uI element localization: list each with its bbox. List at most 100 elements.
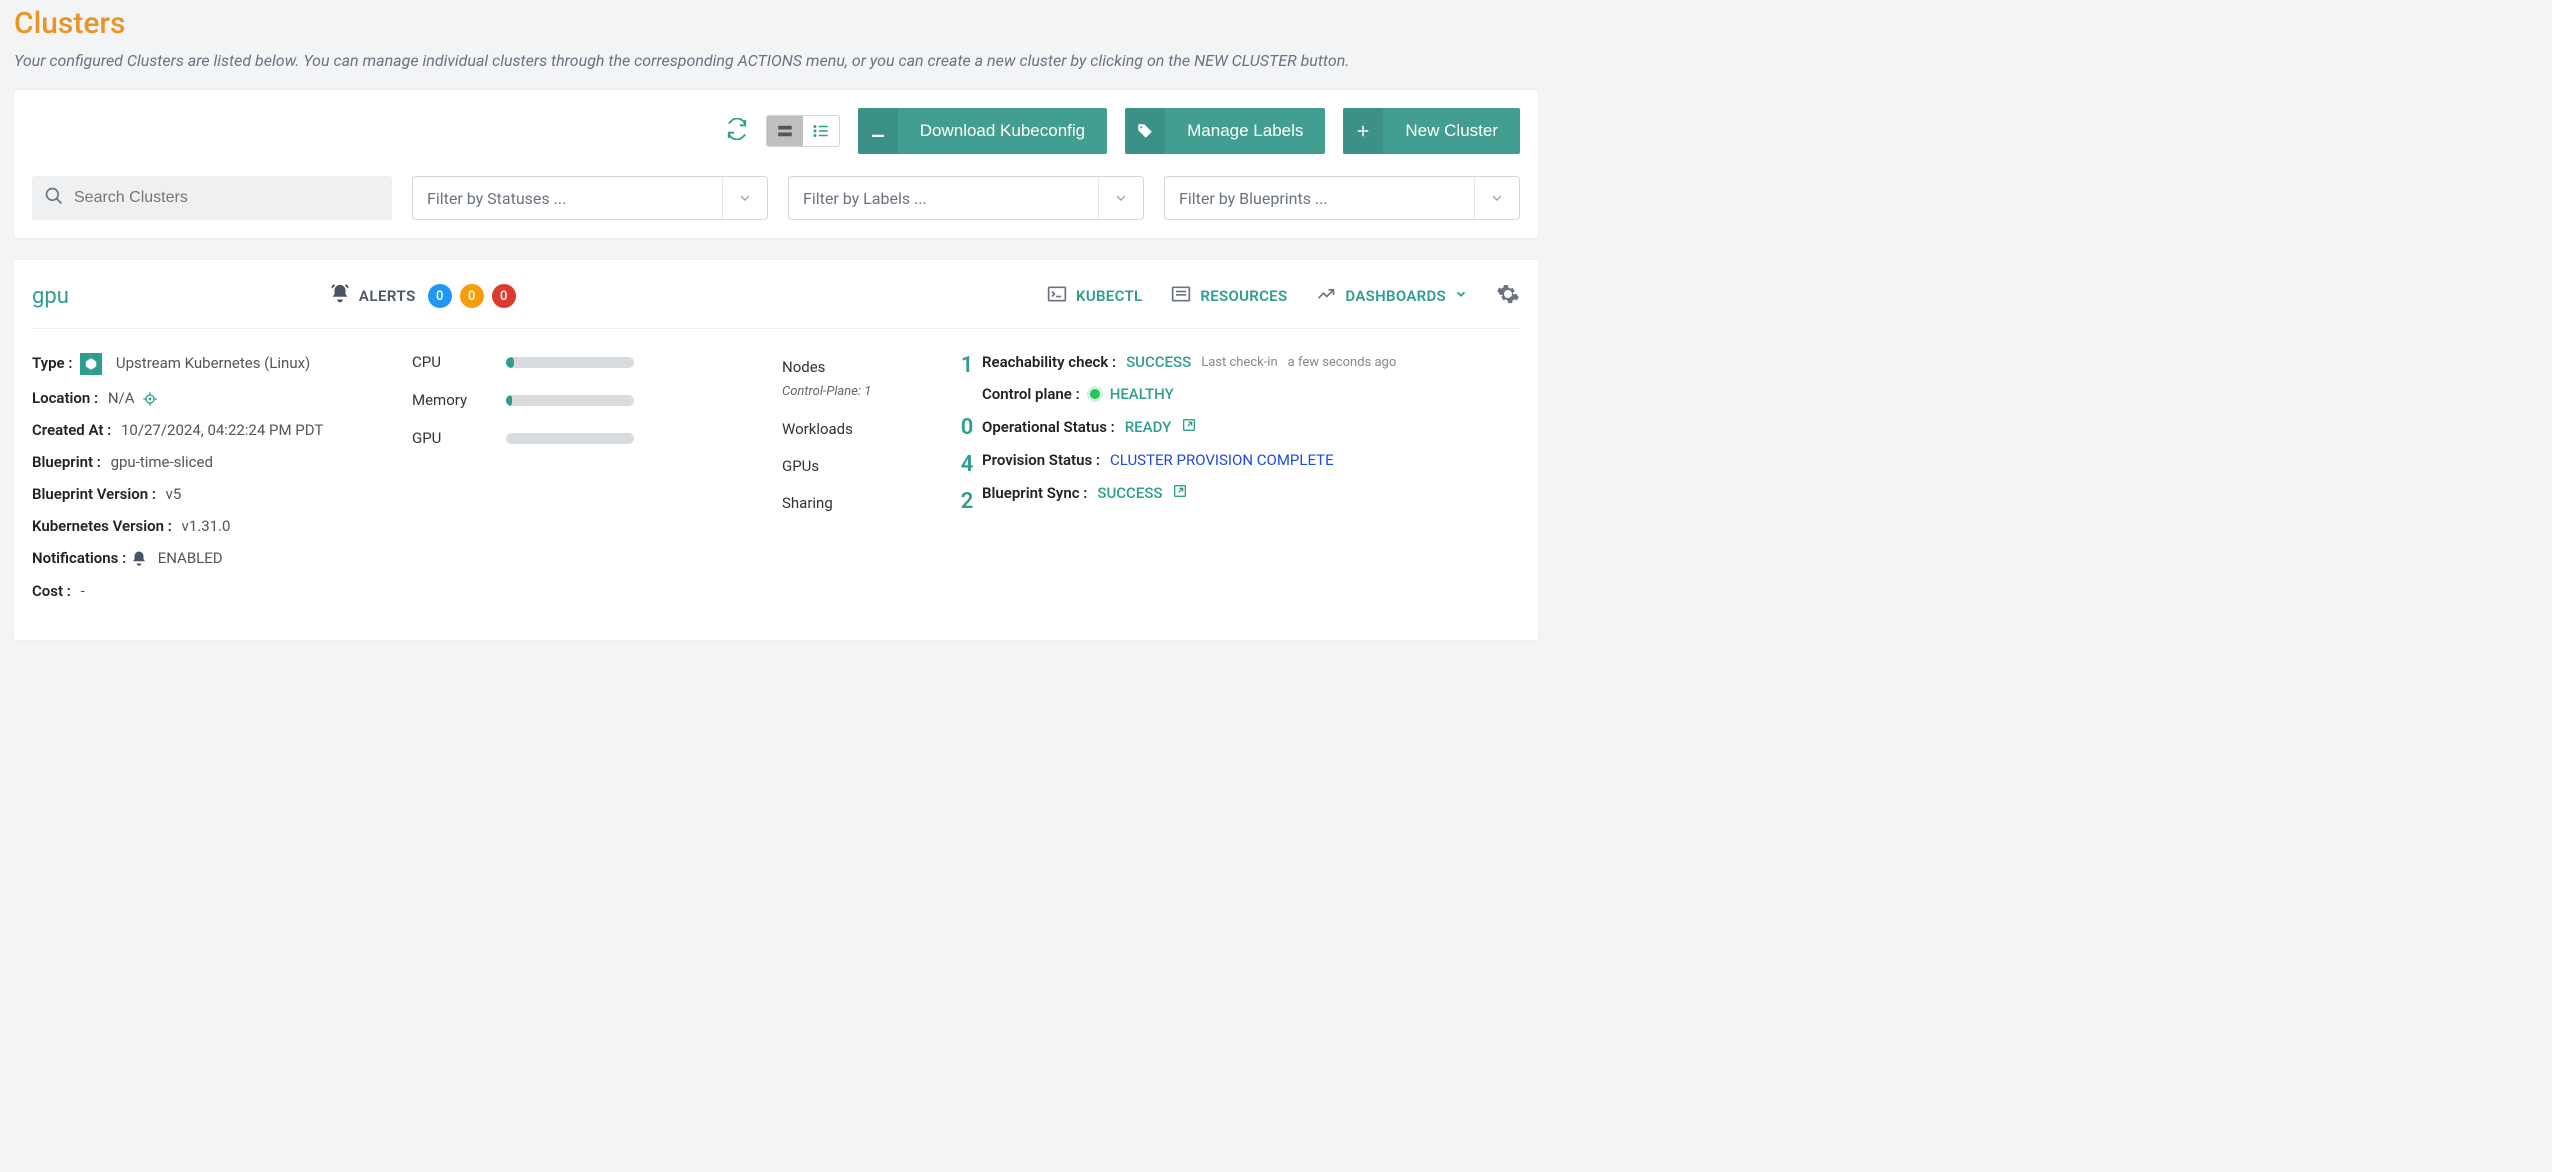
type-value: Upstream Kubernetes (Linux) (116, 354, 310, 372)
op-value: READY (1125, 418, 1172, 436)
chart-icon (1315, 284, 1337, 308)
created-key: Created At : (32, 421, 111, 439)
cost-key: Cost : (32, 582, 71, 600)
k8s-key: Kubernetes Version : (32, 517, 172, 535)
cp-value: HEALTHY (1110, 385, 1174, 403)
filter-labels-label: Filter by Labels ... (803, 189, 927, 208)
cpu-label: CPU (412, 353, 506, 371)
kubectl-label: KUBECTL (1076, 287, 1142, 305)
gpu-bar (506, 433, 634, 444)
search-input-wrapper[interactable] (32, 176, 392, 220)
mem-label: Memory (412, 391, 506, 409)
cluster-name-link[interactable]: gpu (32, 284, 69, 309)
sharing-value: 2 (952, 489, 982, 514)
filter-blueprints-select[interactable]: Filter by Blueprints ... (1164, 176, 1520, 220)
bp-value: gpu-time-sliced (111, 453, 213, 471)
reach-sub1: Last check-in (1201, 355, 1277, 370)
reach-sub2: a few seconds ago (1288, 355, 1397, 370)
created-value: 10/27/2024, 04:22:24 PM PDT (121, 421, 323, 439)
search-icon (44, 186, 74, 210)
sharing-key: Sharing (782, 494, 833, 512)
k8s-value: v1.31.0 (182, 517, 231, 535)
page-title: Clusters (14, 0, 1538, 51)
sync-key: Blueprint Sync : (982, 484, 1087, 502)
usage-column: CPU Memory GPU (412, 353, 782, 614)
op-key: Operational Status : (982, 418, 1115, 436)
sync-value: SUCCESS (1097, 484, 1162, 502)
chevron-down-icon (722, 177, 753, 219)
stats-column: Nodes 1 Control-Plane: 1 Workloads 0 GPU… (782, 353, 982, 614)
terminal-icon (1046, 284, 1068, 308)
dashboards-link[interactable]: DASHBOARDS (1315, 284, 1468, 308)
alert-error-badge[interactable]: 0 (492, 284, 516, 308)
status-column: Reachability check : SUCCESS Last check-… (982, 353, 1520, 614)
manage-labels-button[interactable]: Manage Labels (1125, 108, 1325, 154)
new-label: New Cluster (1383, 121, 1520, 141)
chevron-down-icon (1474, 177, 1505, 219)
download-kubeconfig-button[interactable]: Download Kubeconfig (858, 108, 1107, 154)
control-plane-sub: Control-Plane: 1 (782, 384, 982, 399)
alert-warn-badge[interactable]: 0 (460, 284, 484, 308)
k8s-icon (80, 353, 102, 375)
toolbar-card: Download Kubeconfig Manage Labels New Cl… (14, 90, 1538, 238)
resources-label: RESOURCES (1200, 287, 1287, 305)
resources-link[interactable]: RESOURCES (1170, 284, 1287, 308)
target-icon[interactable] (138, 389, 158, 407)
bpv-key: Blueprint Version : (32, 485, 156, 503)
reach-value: SUCCESS (1126, 353, 1191, 371)
nodes-value: 1 (952, 353, 982, 378)
prov-key: Provision Status : (982, 451, 1100, 469)
notif-key: Notifications : (32, 549, 126, 567)
page-subtitle: Your configured Clusters are listed belo… (14, 51, 1538, 90)
dashboards-label: DASHBOARDS (1345, 287, 1446, 305)
filter-status-label: Filter by Statuses ... (427, 189, 566, 208)
bell-icon (329, 283, 351, 309)
refresh-icon[interactable] (726, 118, 748, 144)
bp-key: Blueprint : (32, 453, 101, 471)
cost-value: - (81, 582, 85, 600)
status-dot (1090, 389, 1100, 399)
type-key: Type : (32, 354, 72, 372)
prov-value[interactable]: CLUSTER PROVISION COMPLETE (1110, 451, 1334, 469)
tag-icon (1125, 108, 1165, 154)
notif-value: ENABLED (158, 549, 223, 567)
alerts-label: ALERTS (359, 287, 416, 305)
resources-icon (1170, 284, 1192, 308)
cp-key: Control plane : (982, 385, 1080, 403)
loc-value: N/A (108, 389, 135, 407)
meta-column: Type : Upstream Kubernetes (Linux) Locat… (32, 353, 412, 614)
external-link-icon[interactable] (1181, 417, 1197, 437)
chevron-down-icon (1454, 287, 1468, 305)
kubectl-link[interactable]: KUBECTL (1046, 284, 1142, 308)
workloads-key: Workloads (782, 420, 853, 438)
cpu-bar (506, 357, 634, 368)
gpus-key: GPUs (782, 457, 819, 475)
gear-icon[interactable] (1496, 282, 1520, 310)
chevron-down-icon (1098, 177, 1129, 219)
cluster-card: gpu ALERTS 0 0 0 KUBECTL RESOURCES DASHB… (14, 260, 1538, 640)
download-label: Download Kubeconfig (898, 121, 1107, 141)
view-toggle (766, 115, 840, 147)
gpus-value: 4 (952, 452, 982, 477)
new-cluster-button[interactable]: New Cluster (1343, 108, 1520, 154)
nodes-key: Nodes (782, 358, 825, 376)
view-list-icon[interactable] (803, 116, 839, 146)
mem-bar (506, 395, 634, 406)
view-card-icon[interactable] (767, 116, 803, 146)
plus-icon (1343, 108, 1383, 154)
gpu-label: GPU (412, 429, 506, 447)
reach-key: Reachability check : (982, 353, 1116, 371)
alerts-group: ALERTS 0 0 0 (329, 283, 516, 309)
filter-bp-label: Filter by Blueprints ... (1179, 189, 1328, 208)
external-link-icon[interactable] (1172, 483, 1188, 503)
alert-info-badge[interactable]: 0 (428, 284, 452, 308)
download-icon (858, 108, 898, 154)
bell-icon (130, 549, 148, 567)
search-input[interactable] (74, 189, 380, 207)
bpv-value: v5 (166, 485, 182, 503)
loc-key: Location : (32, 389, 98, 407)
filter-labels-select[interactable]: Filter by Labels ... (788, 176, 1144, 220)
labels-label: Manage Labels (1165, 121, 1325, 141)
workloads-value: 0 (952, 415, 982, 440)
filter-statuses-select[interactable]: Filter by Statuses ... (412, 176, 768, 220)
